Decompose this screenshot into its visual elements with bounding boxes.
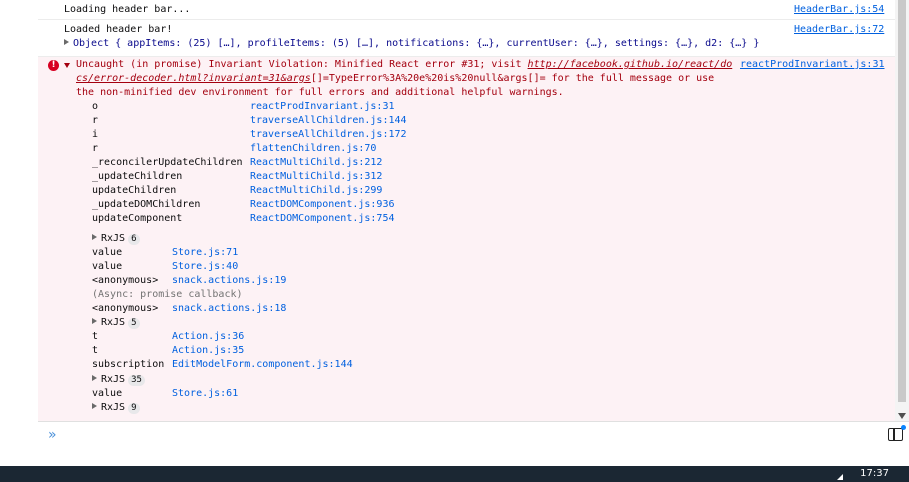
object-preview[interactable]: Object { appItems: (25) […], profileItem… <box>64 37 759 51</box>
group-label: RxJS <box>101 317 126 328</box>
taskbar-clock[interactable]: 17:37 <box>860 468 889 479</box>
stack-frame-function: value <box>92 388 123 399</box>
error-text-line2: cs/error-decoder.html?invariant=31&args[… <box>76 72 714 86</box>
error-decoder-link[interactable]: http://facebook.github.io/react/do <box>528 59 733 70</box>
error-source-link[interactable]: reactProdInvariant.js:31 <box>740 58 885 72</box>
object-preview-text: Object { appItems: (25) […], profileItem… <box>73 38 760 49</box>
stack-frame-location-link[interactable]: EditModelForm.component.js:144 <box>172 358 353 372</box>
stack-frame-function: t <box>92 345 99 356</box>
stack-frame-location-link[interactable]: traverseAllChildren.js:144 <box>250 114 407 128</box>
stack-frame-function: updateComponent <box>92 213 183 224</box>
stack-frame-location-link[interactable]: ReactMultiChild.js:212 <box>250 156 382 170</box>
scrollbar-thumb[interactable] <box>898 0 906 402</box>
expand-triangle-icon[interactable] <box>92 375 97 381</box>
stack-frame-location-link[interactable]: traverseAllChildren.js:172 <box>250 128 407 142</box>
stack-group-rxjs[interactable]: RxJS 5 <box>92 316 140 330</box>
error-text-line3: the non-minified dev environment for ful… <box>76 87 564 98</box>
stack-frame-function: _updateChildren <box>92 171 183 182</box>
stack-frame-function: updateChildren <box>92 185 177 196</box>
stack-frame-location-link[interactable]: reactProdInvariant.js:31 <box>250 100 395 114</box>
stack-frame-function: value <box>92 247 123 258</box>
stack-frame-function: t <box>92 331 99 342</box>
group-label: RxJS <box>101 402 126 413</box>
stack-frame-function: _updateDOMChildren <box>92 199 201 210</box>
stack-group-rxjs[interactable]: RxJS 6 <box>92 232 140 246</box>
expand-triangle-icon[interactable] <box>92 403 97 409</box>
left-margin <box>0 0 38 466</box>
group-count-badge: 35 <box>128 375 145 386</box>
group-count-badge: 6 <box>128 234 140 245</box>
collapse-triangle-icon[interactable] <box>64 63 70 68</box>
stack-frame-location-link[interactable]: flattenChildren.js:70 <box>250 142 376 156</box>
vertical-scrollbar[interactable] <box>895 0 909 421</box>
error-icon: ! <box>48 60 59 71</box>
log-source-link[interactable]: HeaderBar.js:54 <box>794 3 884 17</box>
stack-frame-location-link[interactable]: Action.js:36 <box>172 330 244 344</box>
network-icon[interactable] <box>837 474 843 480</box>
stack-frame-location-link[interactable]: Store.js:71 <box>172 246 238 260</box>
stack-frame-function: subscription <box>92 359 165 370</box>
log-source-link[interactable]: HeaderBar.js:72 <box>794 23 884 37</box>
stack-frame-function: value <box>92 261 123 272</box>
console-input[interactable]: » <box>38 421 909 467</box>
error-text-line1: Uncaught (in promise) Invariant Violatio… <box>76 58 732 72</box>
notification-dot-icon <box>901 425 906 430</box>
stack-frame-location-link[interactable]: snack.actions.js:18 <box>172 302 286 316</box>
stack-group-rxjs[interactable]: RxJS 35 <box>92 373 145 387</box>
stack-frame-function: <anonymous> <box>92 275 159 286</box>
group-label: RxJS <box>101 233 126 244</box>
stack-frame-location-link[interactable]: snack.actions.js:19 <box>172 274 286 288</box>
log-message: Loaded header bar! HeaderBar.js:72 Objec… <box>38 20 895 57</box>
console-output: Loading header bar... HeaderBar.js:54 Lo… <box>38 0 895 421</box>
stack-frame-location-link[interactable]: ReactMultiChild.js:299 <box>250 184 382 198</box>
stack-frame-location-link[interactable]: Store.js:61 <box>172 387 238 401</box>
split-console-icon[interactable] <box>888 428 903 441</box>
error-decoder-link-cont[interactable]: cs/error-decoder.html?invariant=31&args <box>76 73 311 84</box>
stack-frame-function: i <box>92 129 99 140</box>
stack-frame-location-link[interactable]: Store.js:40 <box>172 260 238 274</box>
async-separator: (Async: promise callback) <box>92 289 243 300</box>
stack-frame-function: o <box>92 101 99 112</box>
stack-frame-location-link[interactable]: Action.js:35 <box>172 344 244 358</box>
prompt-chevron-icon: » <box>48 427 57 443</box>
group-count-badge: 5 <box>128 318 140 329</box>
expand-triangle-icon[interactable] <box>92 318 97 324</box>
group-count-badge: 9 <box>128 403 140 414</box>
stack-frame-location-link[interactable]: ReactMultiChild.js:312 <box>250 170 382 184</box>
stack-group-rxjs[interactable]: RxJS 9 <box>92 401 140 415</box>
group-label: RxJS <box>101 374 126 385</box>
error-message: ! Uncaught (in promise) Invariant Violat… <box>38 57 895 421</box>
stack-frame-function: r <box>92 115 99 126</box>
log-text: Loading header bar... <box>64 4 191 15</box>
error-text: Uncaught (in promise) Invariant Violatio… <box>76 59 528 70</box>
log-text: Loaded header bar! <box>64 24 173 35</box>
log-message: Loading header bar... HeaderBar.js:54 <box>38 0 895 20</box>
stack-frame-function: r <box>92 143 99 154</box>
stack-frame-location-link[interactable]: ReactDOMComponent.js:936 <box>250 198 395 212</box>
stack-frame-location-link[interactable]: ReactDOMComponent.js:754 <box>250 212 395 226</box>
error-text: []=TypeError%3A%20e%20is%20null&args[]= … <box>310 73 715 84</box>
taskbar: 17:37 <box>0 466 909 482</box>
stack-frame-function: <anonymous> <box>92 303 159 314</box>
scroll-down-arrow-icon[interactable] <box>898 413 906 419</box>
stack-frame-function: _reconcilerUpdateChildren <box>92 157 243 168</box>
expand-triangle-icon[interactable] <box>92 234 97 240</box>
expand-triangle-icon[interactable] <box>64 39 69 45</box>
